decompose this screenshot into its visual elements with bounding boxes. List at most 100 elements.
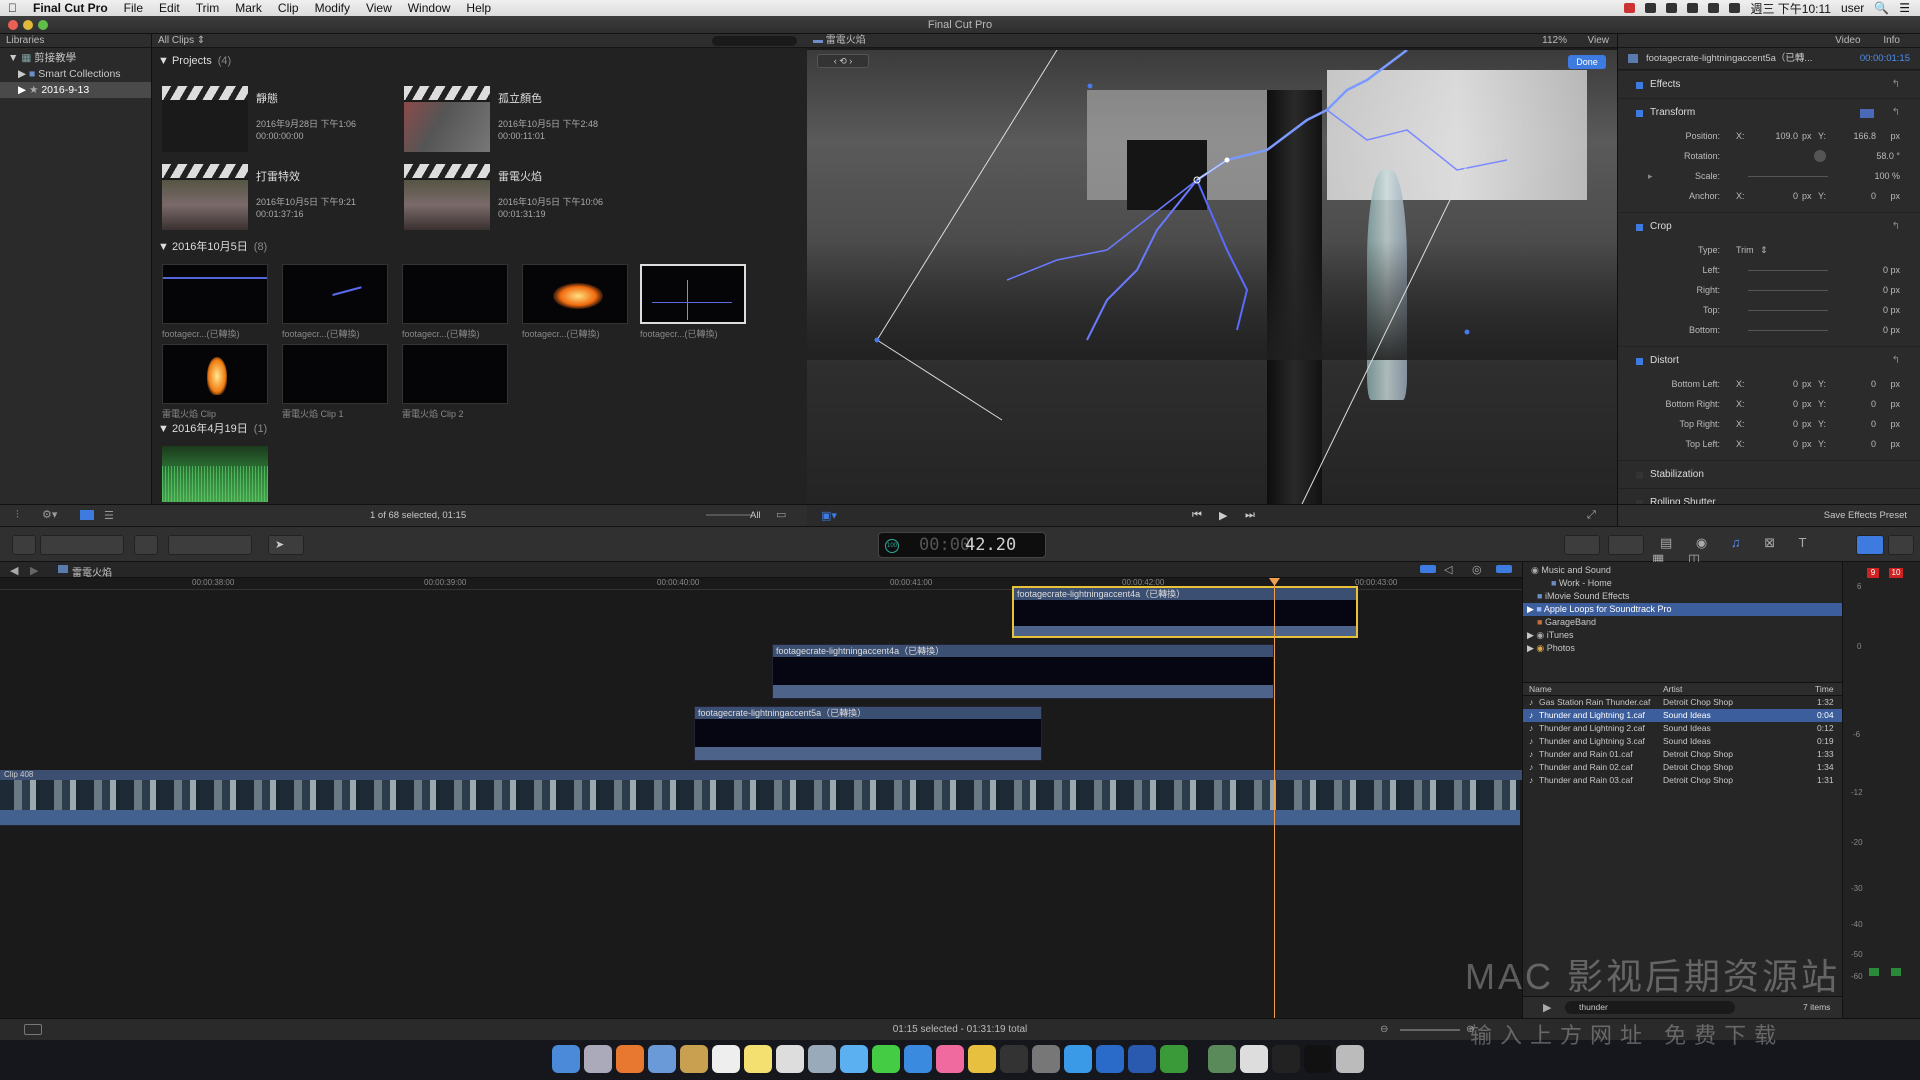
menu-mark[interactable]: Mark [227,1,270,15]
safari-icon[interactable] [1064,1045,1092,1073]
transform-icon[interactable]: ▣▾ [821,509,837,522]
clip-filter[interactable]: All Clips [158,35,194,46]
menu-view[interactable]: View [358,1,400,15]
crop-type-select[interactable]: Trim [1736,240,1754,260]
menu-clip[interactable]: Clip [270,1,307,15]
project-card[interactable]: 孤立顏色 2016年10月5日 下午2:48 00:00:11:01 [404,86,598,152]
menu-clock[interactable]: 週三 下午10:11 [1750,0,1830,17]
clip-thumb[interactable]: footagecr...(已轉換) [402,264,508,340]
event-item-2016-9-13[interactable]: ▶ ★ 2016-9-13 [0,82,151,98]
reset-icon[interactable]: ↰ [1892,71,1900,99]
clip-thumb-selected[interactable]: footagecr...(已轉換) [640,264,746,340]
sound-source-item[interactable]: ▶ ◉ Photos [1523,642,1842,655]
zoom-out-icon[interactable]: ⊖ [1380,1019,1388,1041]
reminders-icon[interactable] [776,1045,804,1073]
preview-icon[interactable] [648,1045,676,1073]
distort-handles[interactable] [807,50,1617,504]
rotation-dial[interactable] [1814,150,1826,162]
facetime-icon[interactable] [872,1045,900,1073]
launchpad-icon[interactable] [584,1045,612,1073]
documents-icon[interactable] [1240,1045,1268,1073]
sound-source-item-selected[interactable]: ▶ ■ Apple Loops for Soundtrack Pro [1523,603,1842,616]
c-app-icon[interactable] [1160,1045,1188,1073]
apple-icon[interactable]:  [0,1,25,15]
sound-search-input[interactable]: thunder [1565,1001,1735,1014]
messages-icon[interactable] [840,1045,868,1073]
back-icon[interactable]: ◀ [10,564,18,577]
timeline-index-button[interactable] [24,1024,42,1035]
filmstrip-view-button[interactable] [80,510,94,520]
next-edit-icon[interactable]: ⏭ [1245,509,1255,522]
scale-field[interactable]: 100 % [1874,166,1900,186]
retime-button[interactable] [1608,535,1644,555]
media-browser-buttons[interactable]: ▤ ◉ ♫ ⊠ T ▦ ◫ [1652,535,1852,566]
menu-app-name[interactable]: Final Cut Pro [25,1,116,15]
clip-appearance-icon[interactable]: ▭ [776,508,786,521]
itunes-app-icon[interactable] [936,1045,964,1073]
primary-storyline-clip[interactable] [0,780,1520,810]
wifi-icon[interactable] [1708,3,1720,13]
filmstrip-icon[interactable]: ⫶ [16,509,19,522]
calendar-icon[interactable] [712,1045,740,1073]
browser-search-input[interactable] [712,36,797,46]
play-icon[interactable]: ▶ [1219,509,1227,522]
timeline-zoom-slider[interactable] [1400,1029,1460,1031]
sound-row[interactable]: ♪ Gas Station Rain Thunder.caf Detroit Cho… [1523,696,1843,709]
project-card[interactable]: 打雷特效 2016年10月5日 下午9:21 00:01:37:16 [162,164,356,230]
finder-icon[interactable] [552,1045,580,1073]
clip-thumb[interactable]: footagecr...(已轉換) [282,264,388,340]
photos-app-icon[interactable] [808,1045,836,1073]
scale-slider[interactable] [1748,176,1828,177]
playhead[interactable] [1274,578,1275,1018]
zoom-button[interactable] [38,20,48,30]
distort-section[interactable]: Distort ↰ [1618,346,1920,374]
share-button[interactable] [1888,535,1914,555]
menu-trim[interactable]: Trim [188,1,228,15]
zoom-level[interactable]: 112% [1542,34,1567,48]
sound-row[interactable]: ♪ Thunder and Lightning 2.caf Sound Ideas 0… [1523,722,1843,735]
clip-thumb[interactable]: 雷電火焰 Clip [162,344,268,420]
project-card[interactable]: 靜態 2016年9月28日 下午1:06 00:00:00:00 [162,86,356,152]
volume-icon[interactable] [1729,3,1741,13]
bluetooth-icon[interactable] [1687,3,1699,13]
connected-clip[interactable]: footagecrate-lightningaccent4a（已轉換） [772,644,1274,699]
status-icon[interactable] [1624,3,1636,13]
edit-buttons[interactable] [168,535,252,555]
audio-clip-thumb[interactable] [162,446,268,502]
window-icon[interactable] [1304,1045,1332,1073]
library-item[interactable]: ▼ ▦ 剪接教學 [0,50,151,66]
crop-top-slider[interactable] [1748,310,1828,311]
sound-row-selected[interactable]: ♪ Thunder and Lightning 1.caf Sound Ideas 0… [1523,709,1843,722]
keyword-button[interactable] [134,535,158,555]
clip-thumb[interactable]: 雷電火焰 Clip 1 [282,344,388,420]
notes-icon[interactable] [744,1045,772,1073]
s-app-icon[interactable] [1096,1045,1124,1073]
system-preferences-icon[interactable] [1032,1045,1060,1073]
music-and-sound-header[interactable]: ◉ Music and Sound [1523,564,1842,577]
ibooks-icon[interactable] [616,1045,644,1073]
sound-row[interactable]: ♪ Thunder and Rain 03.caf Detroit Chop Sho… [1523,774,1843,787]
disclosure-icon[interactable]: ▸ [1648,166,1653,186]
duration-filter[interactable]: All [750,510,761,521]
sound-row[interactable]: ♪ Thunder and Rain 01.caf Detroit Chop Sho… [1523,748,1843,761]
tab-info[interactable]: Info [1883,35,1900,46]
inspector-toggle-button[interactable] [1856,535,1884,555]
trash-icon[interactable] [1336,1045,1364,1073]
final-cut-pro-icon[interactable] [1000,1045,1028,1073]
menu-file[interactable]: File [116,1,151,15]
solo-icon[interactable]: ◎ [1472,563,1482,576]
downloads-icon[interactable] [1208,1045,1236,1073]
done-button[interactable]: Done [1568,55,1606,69]
select-tool-button[interactable]: ➤ [268,535,304,555]
effects-section[interactable]: Effects ↰ [1618,70,1920,98]
sound-source-item[interactable]: ■ Work - Home [1523,577,1842,590]
reset-icon[interactable]: ↰ [1892,99,1900,127]
projects-section[interactable]: ▼ Projects (4) [152,52,807,70]
minimize-button[interactable] [23,20,33,30]
stabilization-section[interactable]: Stabilization [1618,460,1920,488]
menu-user[interactable]: user [1841,1,1864,15]
trim-tool-button[interactable] [1564,535,1600,555]
position-x-field[interactable]: 109.0 [1758,126,1798,146]
spotlight-icon[interactable]: 🔍 [1874,1,1889,15]
menu-window[interactable]: Window [400,1,459,15]
